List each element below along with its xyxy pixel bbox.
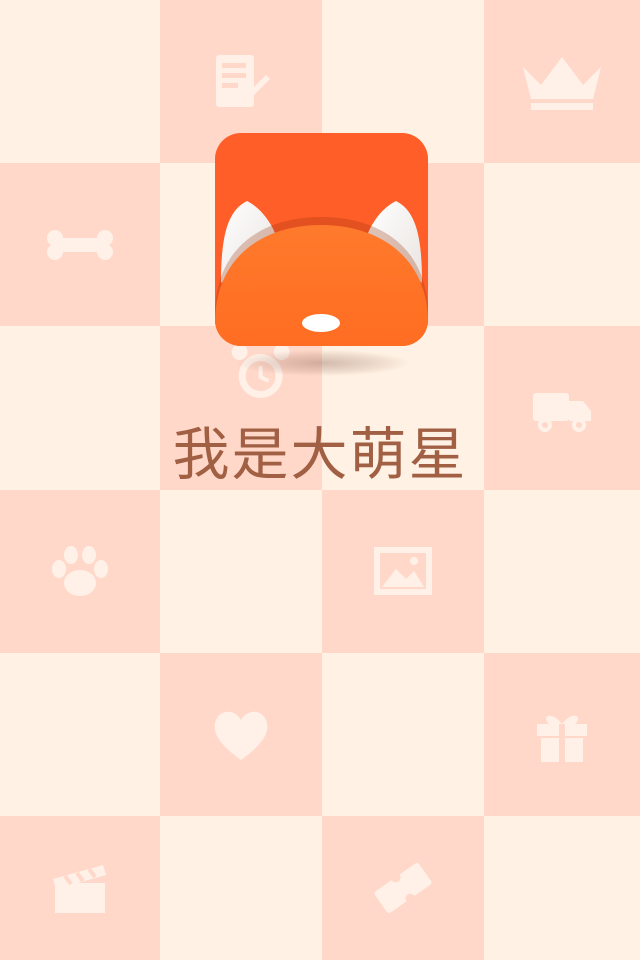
pattern-cell <box>484 163 640 326</box>
crown-icon <box>517 47 607 117</box>
app-title: 我是大萌星 <box>172 422 468 488</box>
fox-face-icon <box>215 133 428 346</box>
pattern-cell <box>322 490 484 653</box>
book-icon <box>206 47 276 117</box>
pattern-cell <box>0 163 160 326</box>
clapperboard-icon <box>45 853 115 923</box>
pattern-cell <box>0 816 160 960</box>
pattern-cell <box>484 0 640 163</box>
pattern-cell <box>160 816 322 960</box>
pattern-cell <box>160 653 322 816</box>
pattern-cell <box>484 816 640 960</box>
pattern-cell <box>484 653 640 816</box>
pattern-cell <box>160 490 322 653</box>
paw-icon <box>45 537 115 607</box>
logo-shadow <box>236 350 408 376</box>
heart-icon <box>206 700 276 770</box>
pattern-cell <box>0 653 160 816</box>
pattern-cell <box>322 816 484 960</box>
picture-icon <box>368 537 438 607</box>
pattern-cell <box>0 490 160 653</box>
pattern-cell <box>484 490 640 653</box>
pattern-cell <box>322 653 484 816</box>
gift-icon <box>527 700 597 770</box>
pattern-cell <box>0 0 160 163</box>
bone-icon <box>45 210 115 280</box>
ticket-icon <box>368 853 438 923</box>
